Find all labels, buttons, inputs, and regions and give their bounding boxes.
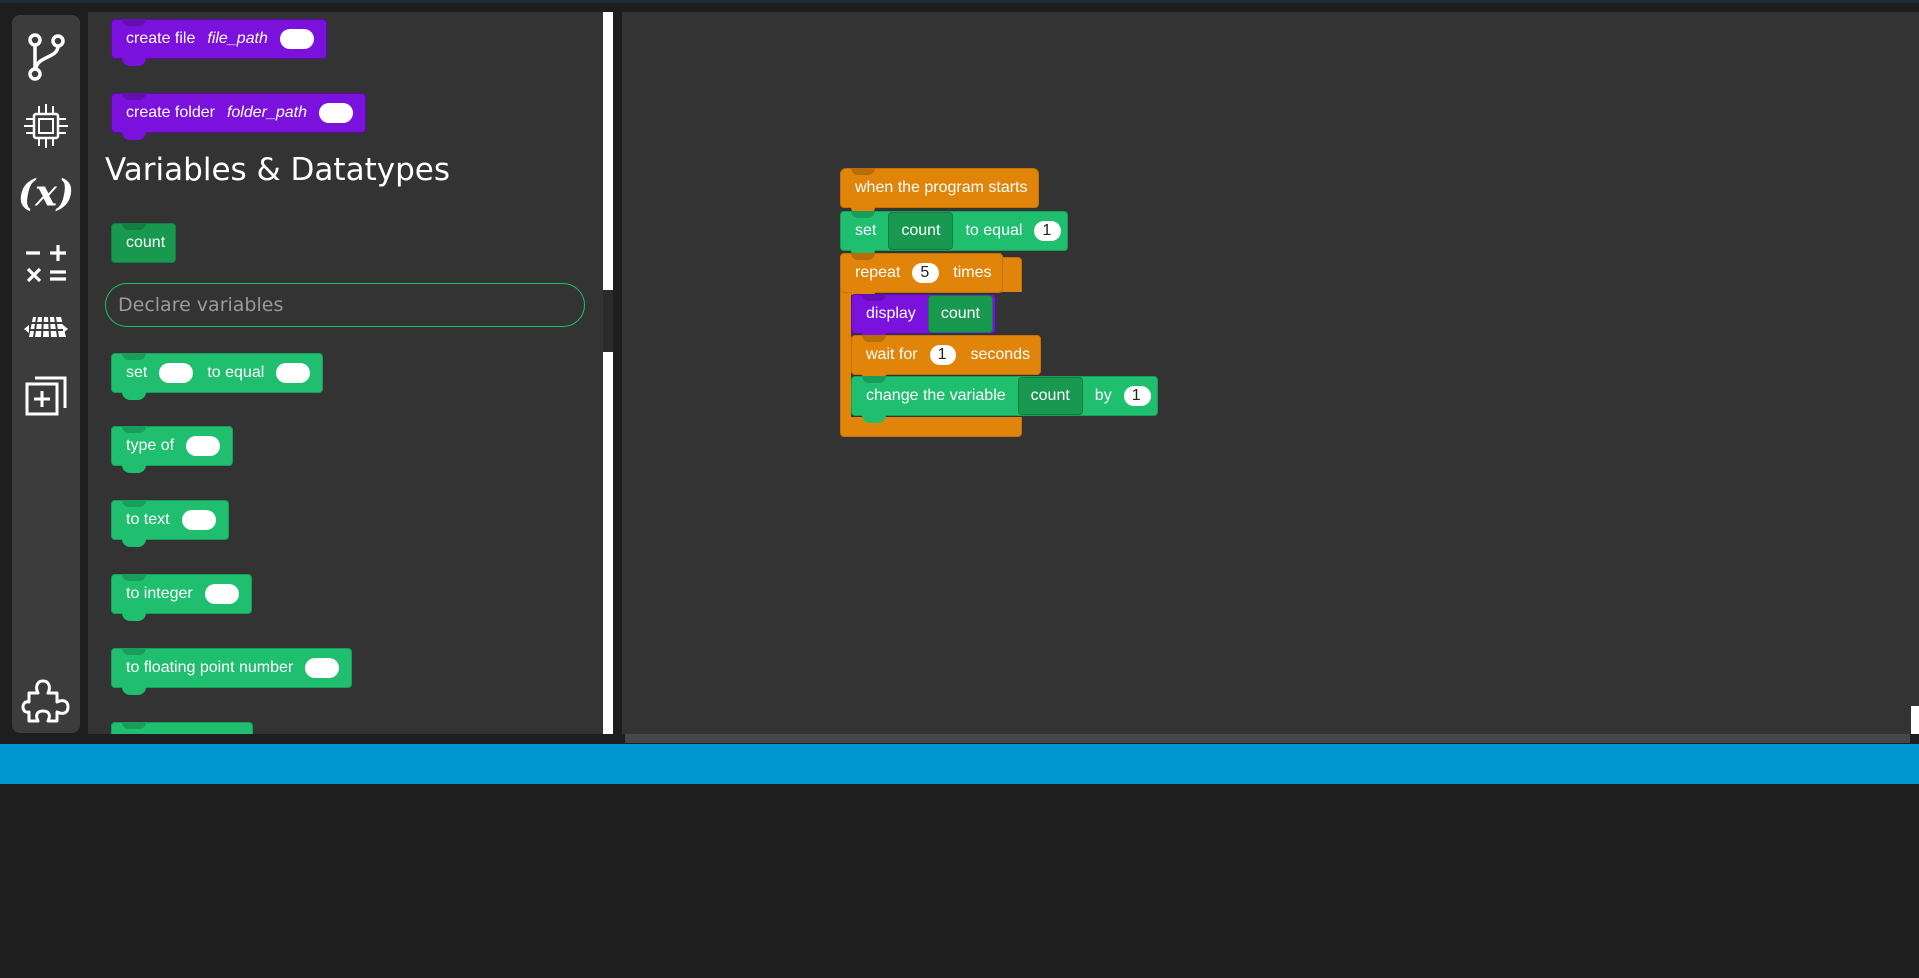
block-label: type of: [126, 437, 175, 454]
set-variable-block[interactable]: set count to equal 1: [840, 211, 1069, 258]
block-label: change the variable: [866, 387, 1006, 404]
input-slot[interactable]: [181, 510, 216, 530]
variable-chip[interactable]: count: [1017, 377, 1083, 415]
block-label: to integer: [126, 585, 193, 602]
wait-seconds-input[interactable]: 1: [929, 345, 957, 365]
display-block[interactable]: display count: [851, 294, 996, 341]
variable-x-icon[interactable]: (x): [20, 167, 72, 219]
block-label: repeat: [855, 264, 901, 281]
variable-chip[interactable]: count: [888, 212, 954, 250]
puzzle-icon[interactable]: [20, 674, 72, 726]
block-label: to floating point number: [126, 659, 294, 676]
hat-block-when-program-starts[interactable]: when the program starts: [840, 168, 1039, 215]
repeat-block[interactable]: repeat 5 times: [840, 253, 1003, 300]
chip-icon[interactable]: [20, 100, 72, 152]
block-label: times: [953, 264, 992, 281]
status-bar: [0, 744, 1919, 784]
create-folder-block[interactable]: create folder folder_path: [111, 93, 366, 140]
workspace-vertical-scrollbar[interactable]: [1911, 706, 1919, 734]
palette-scrollbar-track[interactable]: [603, 12, 613, 734]
input-slot[interactable]: [279, 29, 314, 49]
input-slot[interactable]: [204, 584, 239, 604]
branch-icon[interactable]: [20, 31, 72, 83]
change-by-input[interactable]: 1: [1123, 386, 1151, 406]
block-label: to equal: [207, 364, 265, 381]
block-label: seconds: [970, 346, 1031, 363]
wait-block[interactable]: wait for 1 seconds: [851, 335, 1042, 382]
block-label: display: [866, 305, 916, 322]
svg-text:(x): (x): [20, 172, 72, 215]
block-label: to equal: [965, 222, 1023, 239]
palette-scrollbar-thumb[interactable]: [603, 290, 613, 352]
section-title: Variables & Datatypes: [105, 152, 450, 188]
to-float-block[interactable]: to floating point number: [111, 648, 353, 695]
input-slot[interactable]: [305, 658, 340, 678]
value-input[interactable]: 1: [1034, 221, 1062, 241]
variable-chip[interactable]: count: [927, 295, 993, 333]
math-operators-icon[interactable]: [20, 239, 72, 291]
block-param-label: folder_path: [226, 104, 307, 121]
repeat-count-input[interactable]: 5: [912, 263, 940, 283]
change-variable-block[interactable]: change the variable count by 1: [851, 376, 1158, 423]
create-file-block[interactable]: create file file_path: [111, 19, 327, 66]
declare-variables-input[interactable]: [105, 283, 585, 327]
workspace-horizontal-scrollbar[interactable]: [625, 734, 1910, 743]
variable-count-chip[interactable]: count: [111, 223, 177, 263]
block-param-label: file_path: [207, 30, 268, 47]
type-of-block[interactable]: type of: [111, 426, 234, 473]
input-slot[interactable]: [319, 103, 353, 123]
variable-name: count: [126, 234, 166, 251]
workspace-canvas[interactable]: [622, 12, 1919, 734]
block-label: set: [855, 222, 877, 239]
block-label: wait for: [866, 346, 918, 363]
input-slot[interactable]: [276, 363, 311, 383]
block-label: to text: [126, 511, 170, 528]
activity-sidebar: (x): [12, 15, 80, 733]
block-label: create folder: [126, 104, 215, 121]
block-label: by: [1094, 387, 1112, 404]
to-integer-block[interactable]: to integer: [111, 574, 252, 621]
block-label: when the program starts: [855, 179, 1028, 196]
partial-block[interactable]: [111, 722, 253, 734]
add-copy-icon[interactable]: [20, 369, 72, 421]
block-label: create file: [126, 30, 196, 47]
window-top-border: [0, 0, 1919, 3]
block-label: set: [126, 364, 148, 381]
input-slot[interactable]: [186, 436, 221, 456]
cube-grid-icon[interactable]: [20, 303, 72, 355]
to-text-block[interactable]: to text: [111, 500, 229, 547]
input-slot[interactable]: [159, 363, 194, 383]
set-variable-block[interactable]: set to equal: [111, 353, 324, 400]
